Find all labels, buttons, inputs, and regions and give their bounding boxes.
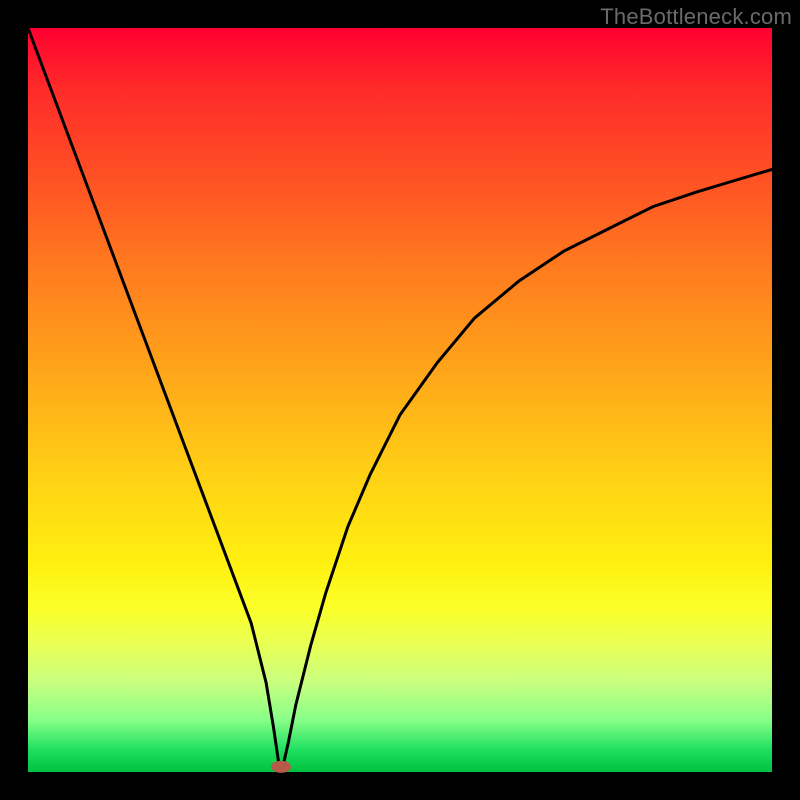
curve-left-branch <box>28 28 280 768</box>
minimum-marker <box>271 761 291 773</box>
watermark-text: TheBottleneck.com <box>600 4 792 30</box>
chart-svg <box>28 28 772 772</box>
chart-frame: TheBottleneck.com <box>0 0 800 800</box>
curve-right-branch <box>282 169 772 768</box>
plot-area <box>28 28 772 772</box>
